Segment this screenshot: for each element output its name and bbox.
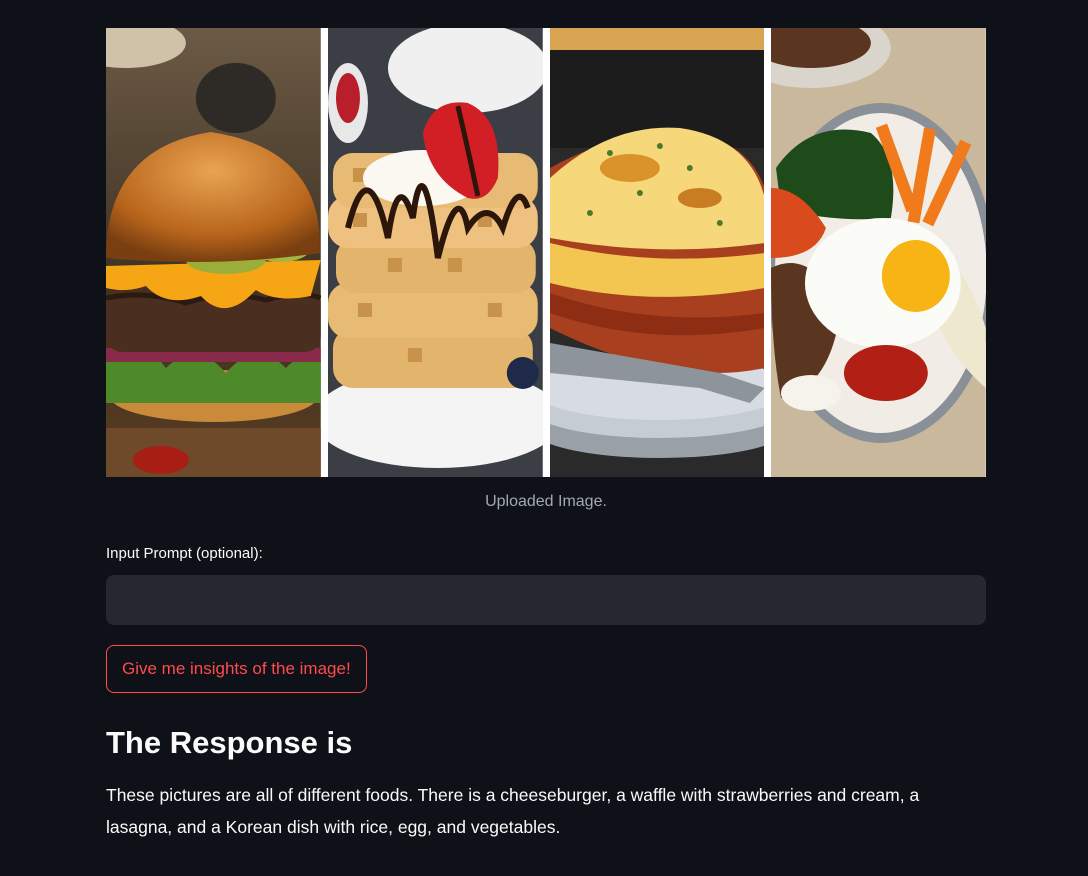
food-image-lasagna	[549, 28, 765, 477]
prompt-input[interactable]	[106, 575, 986, 625]
food-image-cheeseburger	[106, 28, 321, 477]
image-caption: Uploaded Image.	[485, 493, 607, 510]
response-text: These pictures are all of different food…	[106, 785, 920, 837]
prompt-label: Input Prompt (optional):	[106, 545, 263, 562]
food-image-bibimbap	[771, 28, 986, 477]
main-content: Uploaded Image. Input Prompt (optional):…	[106, 28, 986, 843]
food-image-waffles	[327, 28, 543, 477]
uploaded-image	[106, 28, 986, 477]
get-insights-button[interactable]: Give me insights of the image!	[106, 645, 367, 693]
response-heading: The Response is	[106, 725, 353, 760]
